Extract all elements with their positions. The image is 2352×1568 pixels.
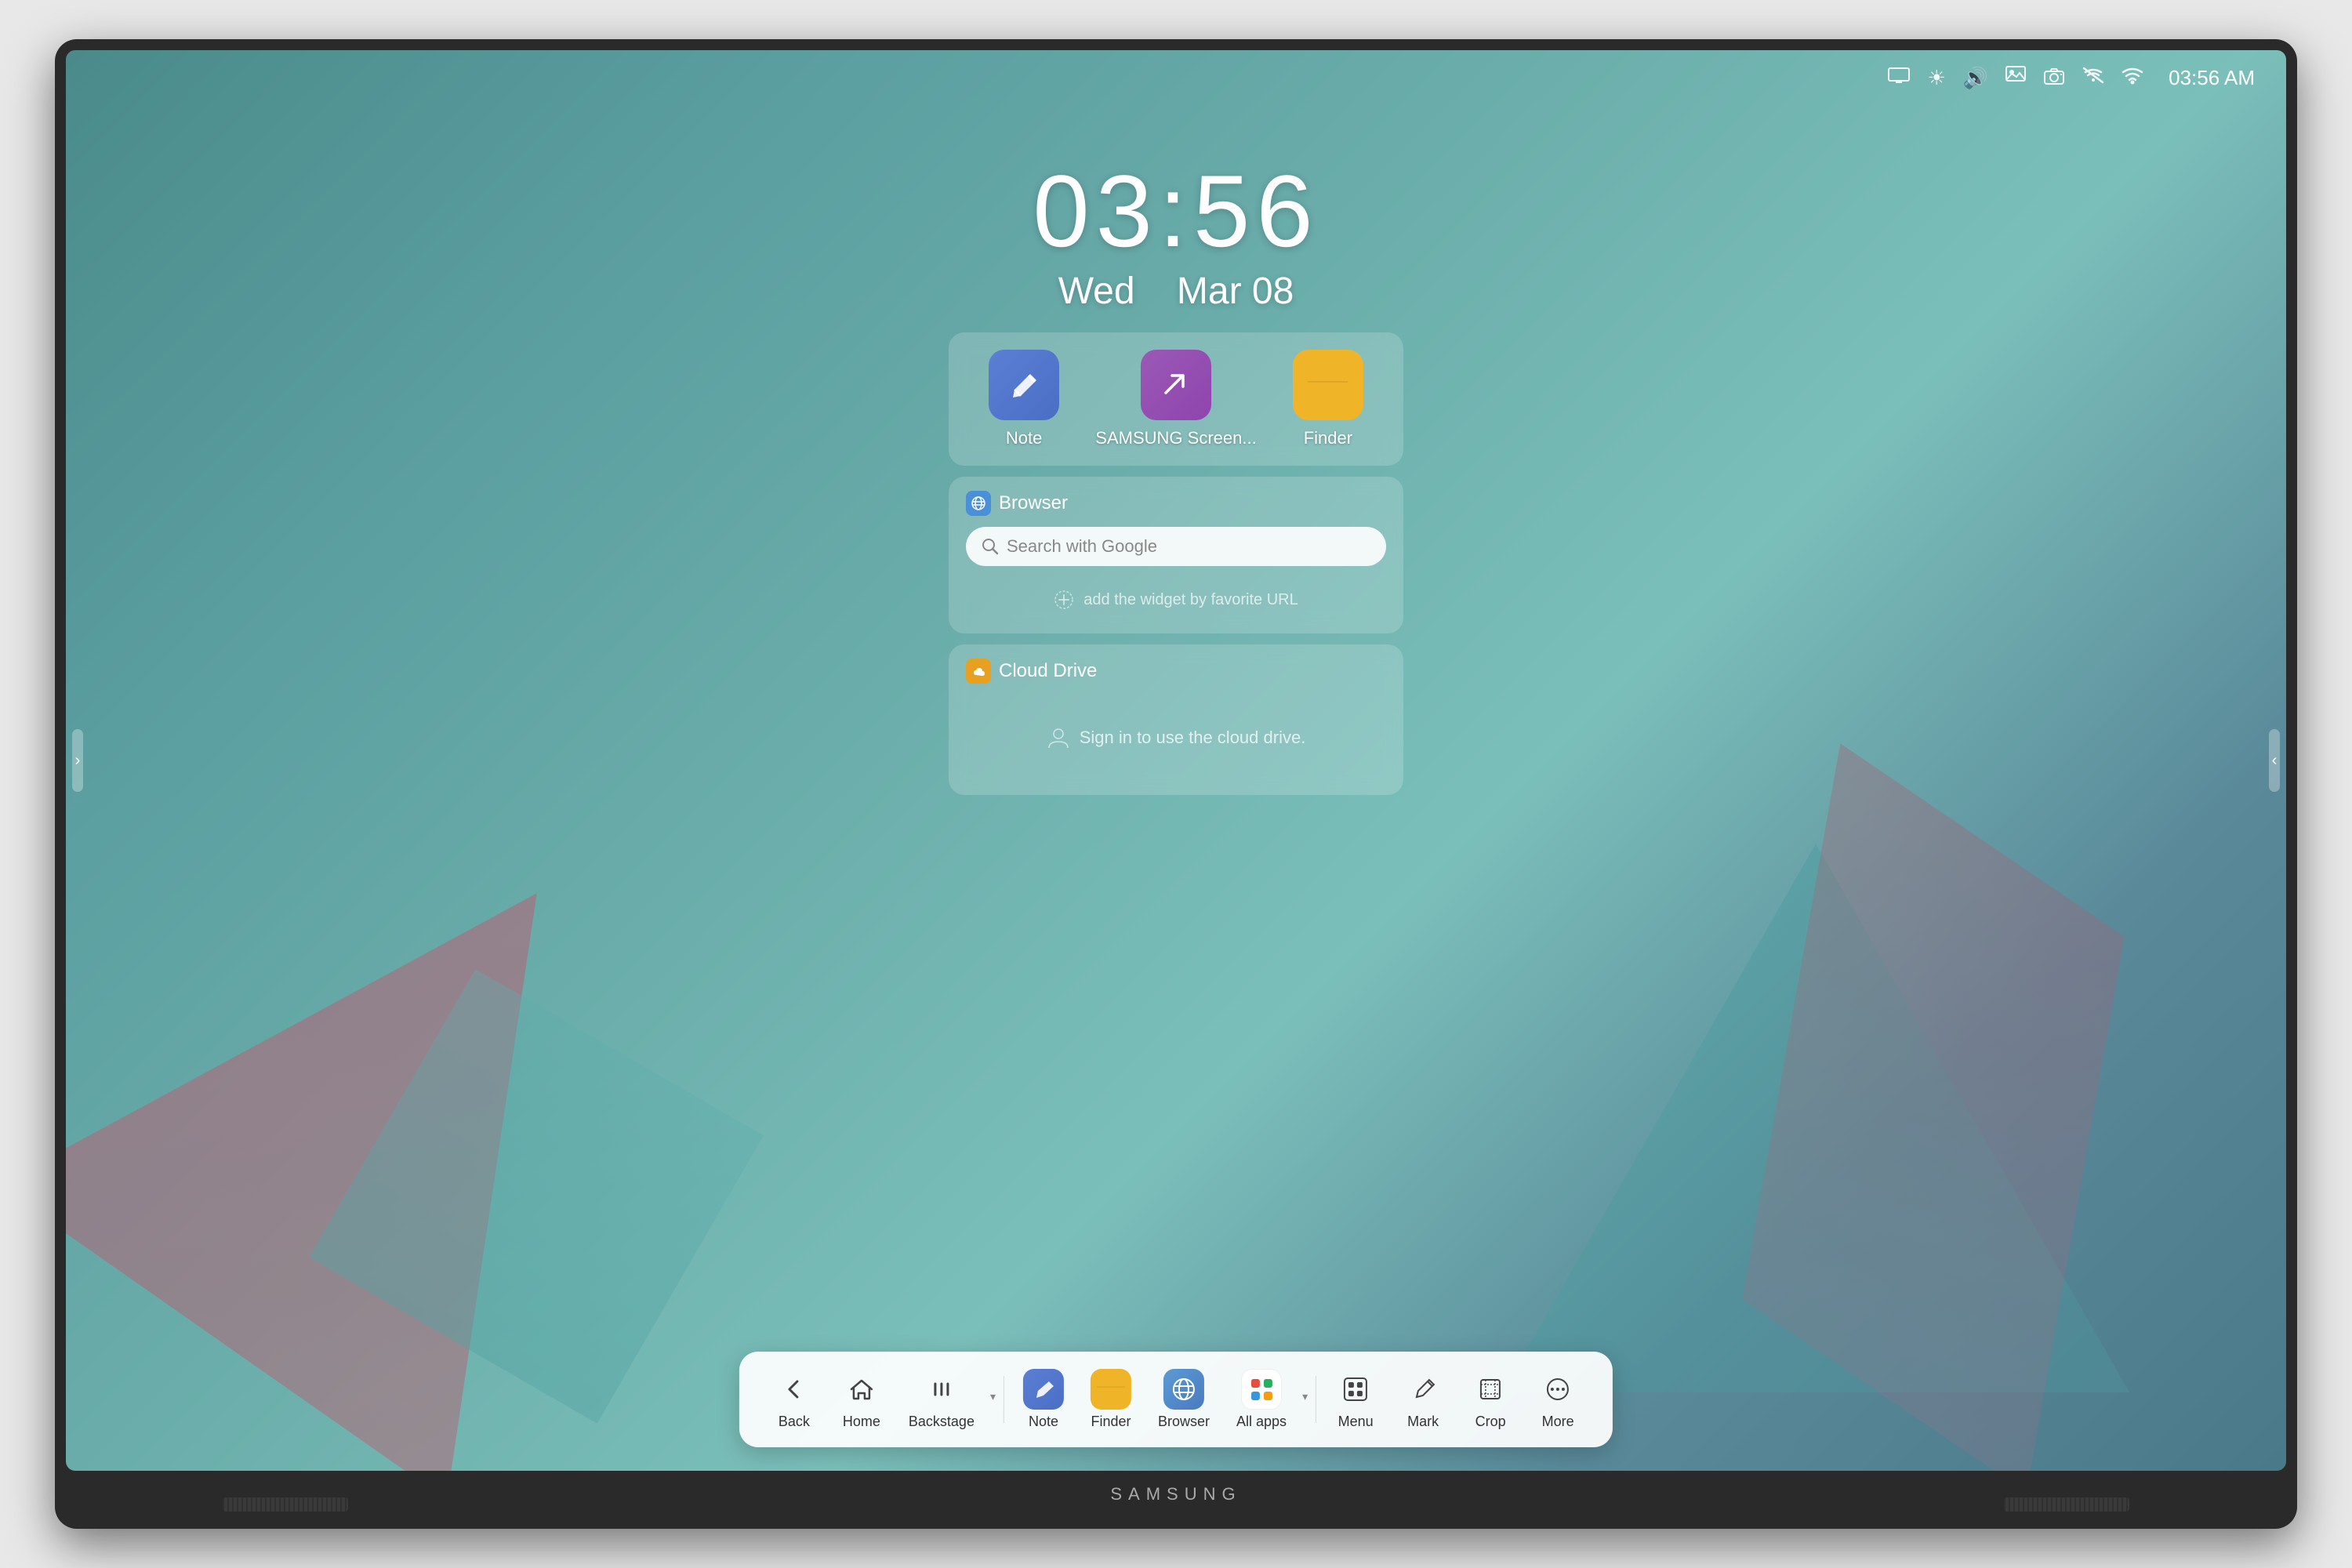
backstage-chevron: ▾ [990, 1390, 996, 1403]
app-item-finder[interactable]: Finder [1293, 350, 1363, 448]
clock-date-value: Mar 08 [1177, 270, 1294, 312]
taskbar-crop[interactable]: Crop [1459, 1363, 1522, 1436]
taskbar-browser-icon [1163, 1369, 1204, 1410]
taskbar-finder[interactable]: Finder [1080, 1363, 1142, 1436]
taskbar-more[interactable]: More [1526, 1363, 1589, 1436]
clock-area: 03:56 Wed Mar 08 [1033, 160, 1319, 313]
taskbar-backstage[interactable]: Backstage [898, 1363, 985, 1436]
clock-time: 03:56 [1033, 160, 1319, 262]
user-icon [1047, 726, 1070, 750]
status-bar: ☀ 🔊 [66, 50, 2286, 105]
menu-taskbar-label: Menu [1338, 1414, 1374, 1430]
volume-icon: 🔊 [1963, 66, 1988, 90]
taskbar-home[interactable]: Home [830, 1363, 893, 1436]
camera-icon [2043, 66, 2065, 90]
note-taskbar-label: Note [1029, 1414, 1058, 1430]
brightness-icon: ☀ [1927, 66, 1945, 90]
crop-taskbar-label: Crop [1475, 1414, 1506, 1430]
taskbar-allapps-icon [1241, 1369, 1282, 1410]
app-grid: Note SAMSUNG Screen... [971, 350, 1381, 448]
taskbar-note-icon [1023, 1369, 1064, 1410]
finder-label: Finder [1304, 428, 1352, 448]
finder-icon [1293, 350, 1363, 420]
right-handle[interactable]: ‹ [2269, 729, 2280, 792]
browser-widget: Browser Search with Google add the [949, 477, 1403, 633]
tv-bottom-bar: SAMSUNG [66, 1471, 2286, 1518]
display-icon [2005, 66, 2026, 90]
status-time: 03:56 AM [2169, 66, 2255, 90]
home-label: Home [843, 1414, 880, 1430]
taskbar-allapps[interactable]: All apps [1225, 1363, 1298, 1436]
allapps-chevron: ▾ [1302, 1390, 1308, 1403]
browser-taskbar-label: Browser [1158, 1414, 1210, 1430]
cloud-widget-icon [966, 659, 991, 684]
left-handle[interactable]: › [72, 729, 83, 792]
taskbar-menu[interactable]: Menu [1324, 1363, 1387, 1436]
taskbar-browser[interactable]: Browser [1147, 1363, 1221, 1436]
taskbar-menu-icon [1335, 1369, 1376, 1410]
home-icon [841, 1369, 882, 1410]
tv-display: ☀ 🔊 [55, 39, 2297, 1529]
samsung-screen-label: SAMSUNG Screen... [1095, 428, 1256, 448]
status-icons: ☀ 🔊 [1888, 66, 2255, 90]
app-grid-widget: Note SAMSUNG Screen... [949, 332, 1403, 466]
taskbar-mark[interactable]: Mark [1392, 1363, 1454, 1436]
tv-screen: ☀ 🔊 [66, 50, 2286, 1471]
browser-widget-title: Browser [999, 492, 1068, 514]
cloud-drive-widget: Cloud Drive Sign in to use the cloud dri… [949, 644, 1403, 795]
add-url-area[interactable]: add the widget by favorite URL [966, 580, 1386, 619]
mark-taskbar-label: Mark [1407, 1414, 1439, 1430]
back-icon [774, 1369, 815, 1410]
search-bar[interactable]: Search with Google [966, 527, 1386, 566]
network-blocked-icon [2082, 66, 2104, 90]
note-icon [989, 350, 1059, 420]
taskbar-crop-icon [1470, 1369, 1511, 1410]
sign-in-area[interactable]: Sign in to use the cloud drive. [966, 695, 1386, 781]
clock-day: Wed [1058, 270, 1135, 312]
note-label: Note [1006, 428, 1042, 448]
finder-taskbar-label: Finder [1091, 1414, 1131, 1430]
add-url-icon [1054, 590, 1074, 610]
search-icon [982, 538, 999, 555]
taskbar: Back Home [739, 1352, 1613, 1447]
backstage-icon [921, 1369, 962, 1410]
taskbar-back[interactable]: Back [763, 1363, 826, 1436]
taskbar-note[interactable]: Note [1012, 1363, 1075, 1436]
add-url-text: add the widget by favorite URL [1083, 591, 1298, 609]
samsung-screen-icon [1141, 350, 1211, 420]
cloud-widget-title: Cloud Drive [999, 660, 1097, 682]
back-label: Back [779, 1414, 810, 1430]
taskbar-more-icon [1537, 1369, 1578, 1410]
sign-in-text: Sign in to use the cloud drive. [1080, 728, 1306, 748]
speaker-left [223, 1497, 348, 1512]
clock-date: Wed Mar 08 [1033, 270, 1319, 313]
cloud-widget-header: Cloud Drive [966, 659, 1386, 684]
browser-widget-icon [966, 491, 991, 516]
speaker-right [2004, 1497, 2129, 1512]
app-item-note[interactable]: Note [989, 350, 1059, 448]
backstage-label: Backstage [909, 1414, 975, 1430]
screen-mirror-icon [1888, 66, 1910, 90]
browser-widget-header: Browser [966, 491, 1386, 516]
allapps-taskbar-label: All apps [1236, 1414, 1287, 1430]
widgets-container: Note SAMSUNG Screen... [949, 332, 1403, 795]
taskbar-mark-icon [1403, 1369, 1443, 1410]
wifi-icon [2122, 66, 2143, 90]
samsung-logo: SAMSUNG [1110, 1484, 1241, 1504]
search-placeholder: Search with Google [1007, 536, 1157, 557]
taskbar-finder-icon [1091, 1369, 1131, 1410]
more-taskbar-label: More [1542, 1414, 1574, 1430]
app-item-samsung-screen[interactable]: SAMSUNG Screen... [1095, 350, 1256, 448]
